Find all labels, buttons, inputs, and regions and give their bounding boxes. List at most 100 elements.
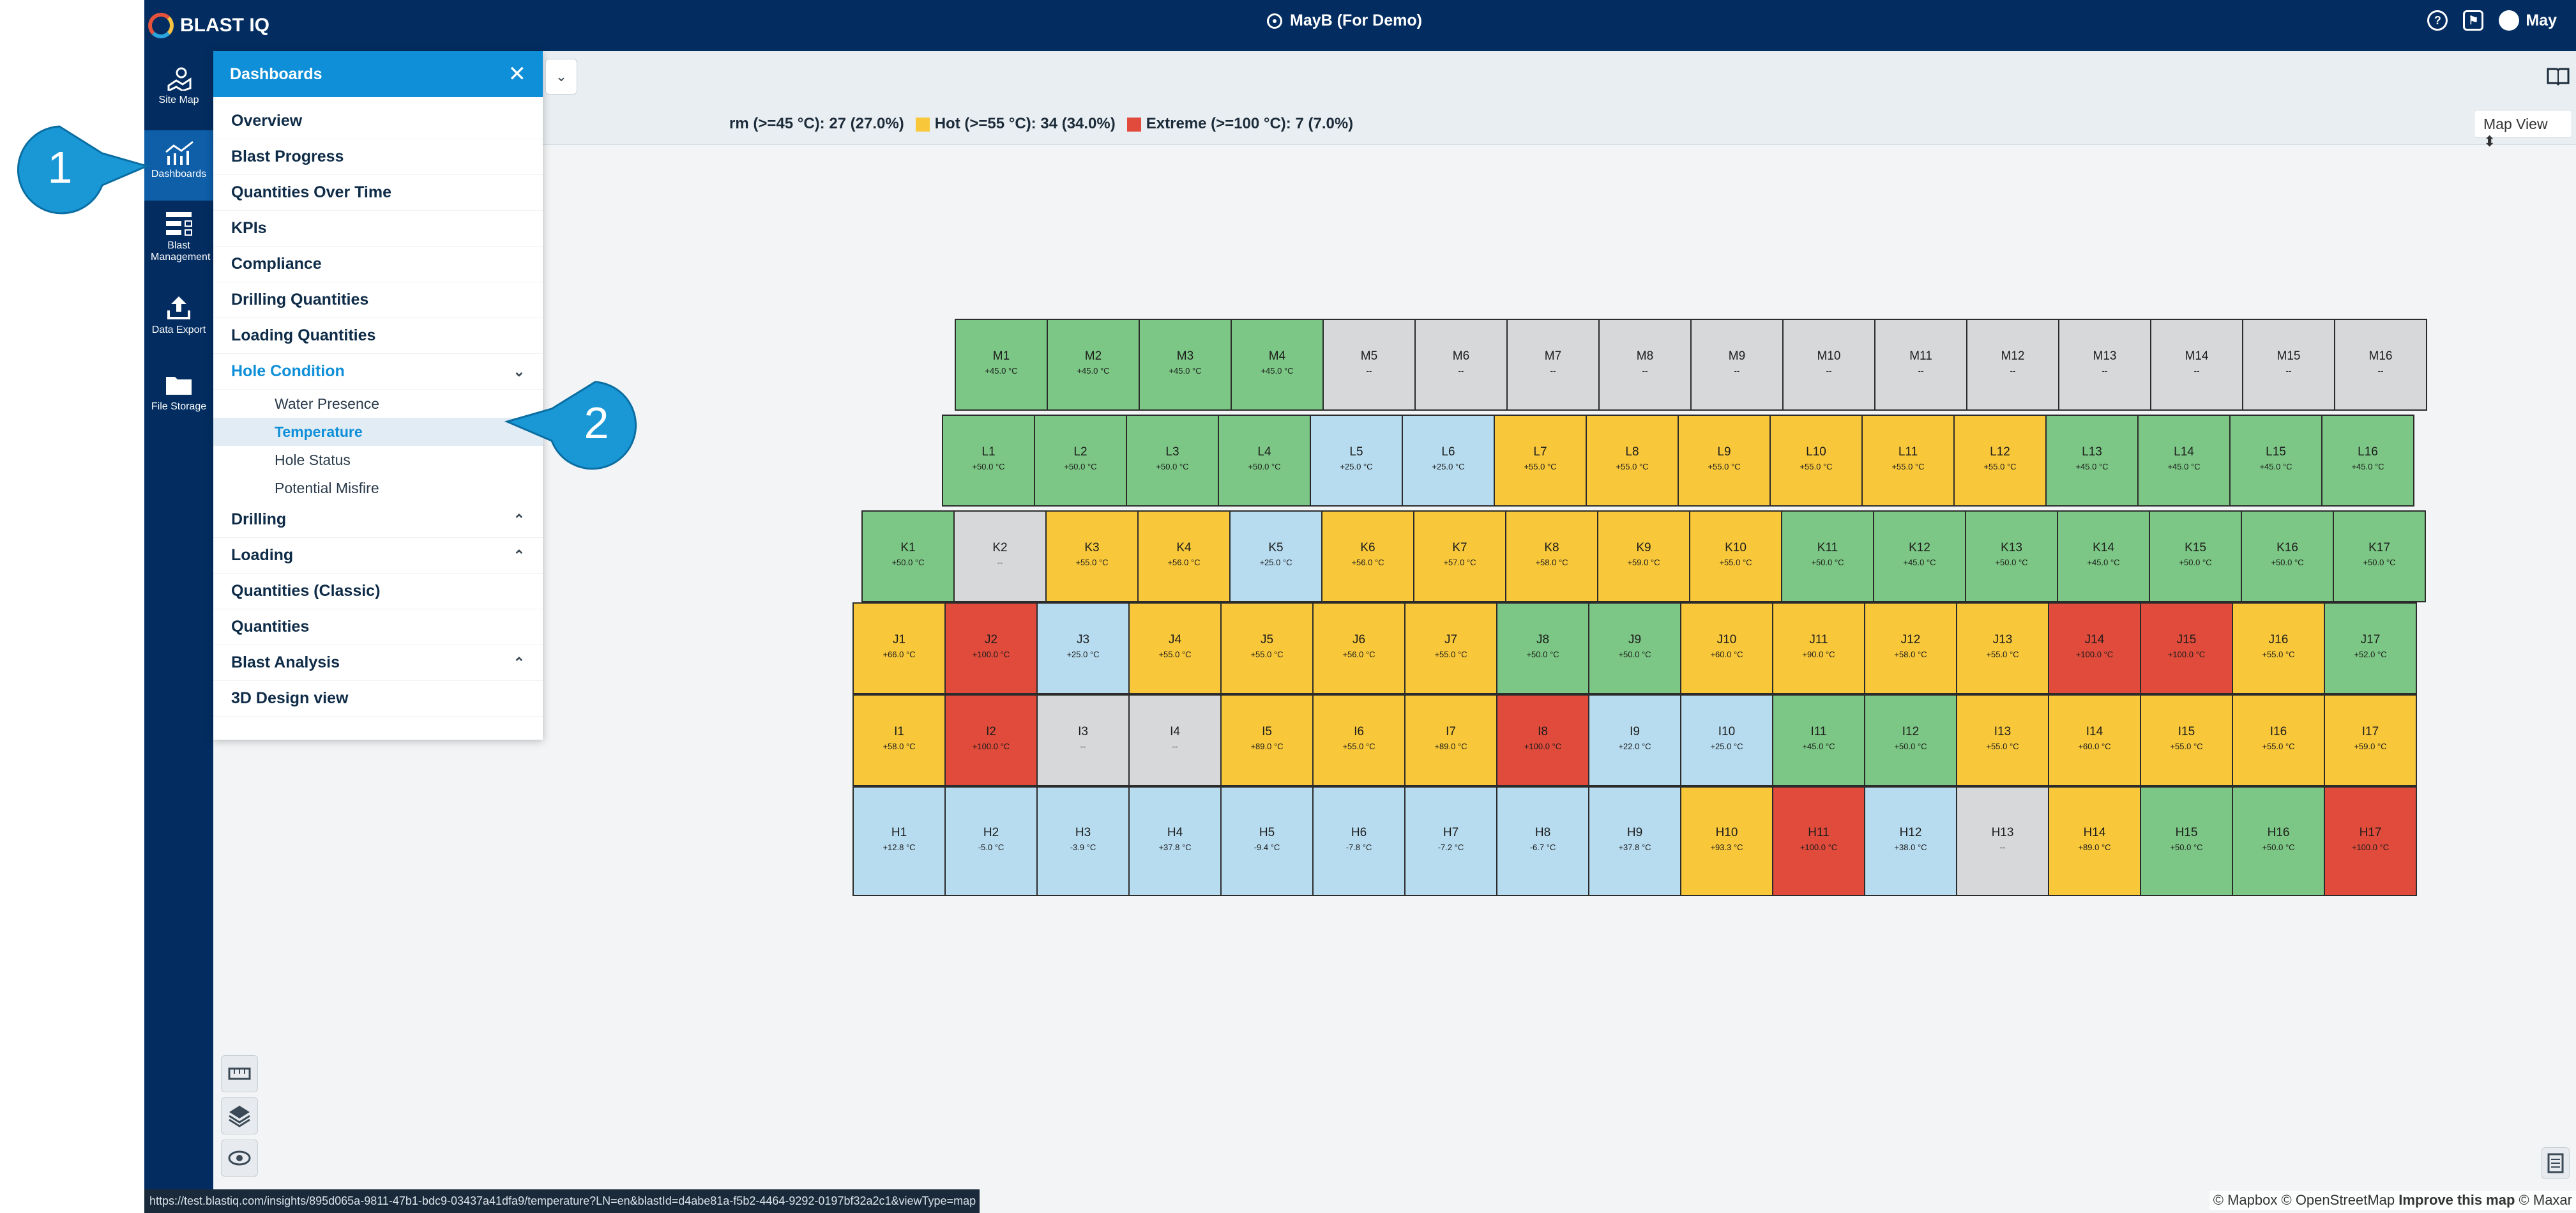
hole-k13[interactable]: K13 +50.0 °C: [1965, 510, 2058, 602]
hole-i14[interactable]: I14 +60.0 °C: [2048, 694, 2141, 786]
user-menu[interactable]: May: [2499, 10, 2557, 31]
hole-j6[interactable]: J6 +56.0 °C: [1312, 602, 1405, 694]
hole-l12[interactable]: L12 +55.0 °C: [1953, 415, 2047, 507]
hole-l8[interactable]: L8 +55.0 °C: [1586, 415, 1679, 507]
hole-h14[interactable]: H14 +89.0 °C: [2048, 786, 2141, 896]
hole-k1[interactable]: K1 +50.0 °C: [861, 510, 955, 602]
submenu-item-potential-misfire[interactable]: Potential Misfire: [213, 474, 543, 502]
notifications-icon[interactable]: ⚑: [2463, 10, 2484, 31]
menu-item-blast-progress[interactable]: Blast Progress: [213, 139, 543, 175]
hole-j8[interactable]: J8 +50.0 °C: [1496, 602, 1589, 694]
hole-h17[interactable]: H17 +100.0 °C: [2324, 786, 2417, 896]
hole-l13[interactable]: L13 +45.0 °C: [2045, 415, 2139, 507]
hole-k4[interactable]: K4 +56.0 °C: [1137, 510, 1231, 602]
hole-l15[interactable]: L15 +45.0 °C: [2229, 415, 2322, 507]
menu-item-quantities-classic[interactable]: Quantities (Classic): [213, 574, 543, 609]
ruler-button[interactable]: [221, 1055, 258, 1092]
maxar-link[interactable]: © Maxar: [2519, 1192, 2572, 1208]
mapbox-link[interactable]: © Mapbox: [2213, 1192, 2278, 1208]
hole-m4[interactable]: M4 +45.0 °C: [1231, 319, 1324, 411]
menu-item-hole-condition[interactable]: Hole Condition ⌄: [213, 354, 543, 390]
hole-l2[interactable]: L2 +50.0 °C: [1034, 415, 1127, 507]
hole-k5[interactable]: K5 +25.0 °C: [1229, 510, 1322, 602]
hole-h13[interactable]: H13 --: [1956, 786, 2049, 896]
hole-i8[interactable]: I8 +100.0 °C: [1496, 694, 1589, 786]
hole-k11[interactable]: K11 +50.0 °C: [1781, 510, 1874, 602]
hole-h10[interactable]: H10 +93.3 °C: [1680, 786, 1773, 896]
submenu-item-temperature[interactable]: Temperature: [213, 418, 543, 446]
menu-item-compliance[interactable]: Compliance: [213, 247, 543, 282]
hole-k3[interactable]: K3 +55.0 °C: [1045, 510, 1139, 602]
hole-j4[interactable]: J4 +55.0 °C: [1128, 602, 1222, 694]
hole-i3[interactable]: I3 --: [1036, 694, 1130, 786]
hole-h2[interactable]: H2 -5.0 °C: [944, 786, 1038, 896]
hole-j14[interactable]: J14 +100.0 °C: [2048, 602, 2141, 694]
improve-map-link[interactable]: Improve this map: [2398, 1192, 2515, 1208]
hole-k16[interactable]: K16 +50.0 °C: [2241, 510, 2334, 602]
hole-l9[interactable]: L9 +55.0 °C: [1678, 415, 1771, 507]
hole-m9[interactable]: M9 --: [1690, 319, 1784, 411]
hole-l3[interactable]: L3 +50.0 °C: [1126, 415, 1219, 507]
menu-item-loading-quantities[interactable]: Loading Quantities: [213, 318, 543, 354]
hole-m12[interactable]: M12 --: [1966, 319, 2059, 411]
sidebar-item-data-export[interactable]: Data Export: [144, 294, 213, 358]
hole-i4[interactable]: I4 --: [1128, 694, 1222, 786]
hole-l4[interactable]: L4 +50.0 °C: [1218, 415, 1311, 507]
hole-h9[interactable]: H9 +37.8 °C: [1588, 786, 1681, 896]
hole-i5[interactable]: I5 +89.0 °C: [1220, 694, 1314, 786]
sidebar-item-blast-management[interactable]: Blast Management: [144, 210, 213, 280]
visibility-button[interactable]: [221, 1140, 258, 1177]
book-button[interactable]: [2545, 65, 2572, 88]
hole-k8[interactable]: K8 +58.0 °C: [1505, 510, 1598, 602]
hole-h3[interactable]: H3 -3.9 °C: [1036, 786, 1130, 896]
hole-l6[interactable]: L6 +25.0 °C: [1402, 415, 1495, 507]
hole-l16[interactable]: L16 +45.0 °C: [2321, 415, 2414, 507]
hole-k15[interactable]: K15 +50.0 °C: [2149, 510, 2242, 602]
hole-j17[interactable]: J17 +52.0 °C: [2324, 602, 2417, 694]
hole-h16[interactable]: H16 +50.0 °C: [2232, 786, 2325, 896]
osm-link[interactable]: © OpenStreetMap: [2282, 1192, 2395, 1208]
hole-i12[interactable]: I12 +50.0 °C: [1864, 694, 1957, 786]
menu-item-drilling[interactable]: Drilling ⌃: [213, 502, 543, 538]
hole-i2[interactable]: I2 +100.0 °C: [944, 694, 1038, 786]
panel-dropdown[interactable]: ⌄: [545, 59, 577, 95]
hole-k17[interactable]: K17 +50.0 °C: [2333, 510, 2426, 602]
hole-h15[interactable]: H15 +50.0 °C: [2140, 786, 2233, 896]
site-selector[interactable]: MayB (For Demo): [1267, 11, 1422, 30]
hole-k12[interactable]: K12 +45.0 °C: [1873, 510, 1966, 602]
hole-i17[interactable]: I17 +59.0 °C: [2324, 694, 2417, 786]
hole-i1[interactable]: I1 +58.0 °C: [852, 694, 946, 786]
hole-m3[interactable]: M3 +45.0 °C: [1139, 319, 1232, 411]
hole-m14[interactable]: M14 --: [2150, 319, 2243, 411]
hole-i13[interactable]: I13 +55.0 °C: [1956, 694, 2049, 786]
hole-m6[interactable]: M6 --: [1414, 319, 1508, 411]
hole-j16[interactable]: J16 +55.0 °C: [2232, 602, 2325, 694]
hole-i9[interactable]: I9 +22.0 °C: [1588, 694, 1681, 786]
hole-h6[interactable]: H6 -7.8 °C: [1312, 786, 1405, 896]
menu-item-drilling-quantities[interactable]: Drilling Quantities: [213, 282, 543, 318]
hole-i10[interactable]: I10 +25.0 °C: [1680, 694, 1773, 786]
hole-l11[interactable]: L11 +55.0 °C: [1861, 415, 1955, 507]
hole-h1[interactable]: H1 +12.8 °C: [852, 786, 946, 896]
hole-j12[interactable]: J12 +58.0 °C: [1864, 602, 1957, 694]
hole-m8[interactable]: M8 --: [1598, 319, 1692, 411]
hole-h5[interactable]: H5 -9.4 °C: [1220, 786, 1314, 896]
hole-j9[interactable]: J9 +50.0 °C: [1588, 602, 1681, 694]
hole-i11[interactable]: I11 +45.0 °C: [1772, 694, 1865, 786]
hole-m13[interactable]: M13 --: [2058, 319, 2151, 411]
hole-i16[interactable]: I16 +55.0 °C: [2232, 694, 2325, 786]
hole-j5[interactable]: J5 +55.0 °C: [1220, 602, 1314, 694]
hole-m5[interactable]: M5 --: [1322, 319, 1416, 411]
sidebar-item-file-storage[interactable]: File Storage: [144, 370, 213, 434]
menu-item-quantities-over-time[interactable]: Quantities Over Time: [213, 175, 543, 211]
hole-l10[interactable]: L10 +55.0 °C: [1769, 415, 1863, 507]
hole-j3[interactable]: J3 +25.0 °C: [1036, 602, 1130, 694]
hole-l7[interactable]: L7 +55.0 °C: [1494, 415, 1587, 507]
hole-k7[interactable]: K7 +57.0 °C: [1413, 510, 1506, 602]
hole-m11[interactable]: M11 --: [1874, 319, 1967, 411]
menu-item-overview[interactable]: Overview: [213, 103, 543, 139]
brand-logo[interactable]: BLAST IQ: [148, 8, 269, 43]
menu-item-blast-analysis[interactable]: Blast Analysis ⌃: [213, 645, 543, 681]
hole-h4[interactable]: H4 +37.8 °C: [1128, 786, 1222, 896]
hole-k10[interactable]: K10 +55.0 °C: [1689, 510, 1782, 602]
